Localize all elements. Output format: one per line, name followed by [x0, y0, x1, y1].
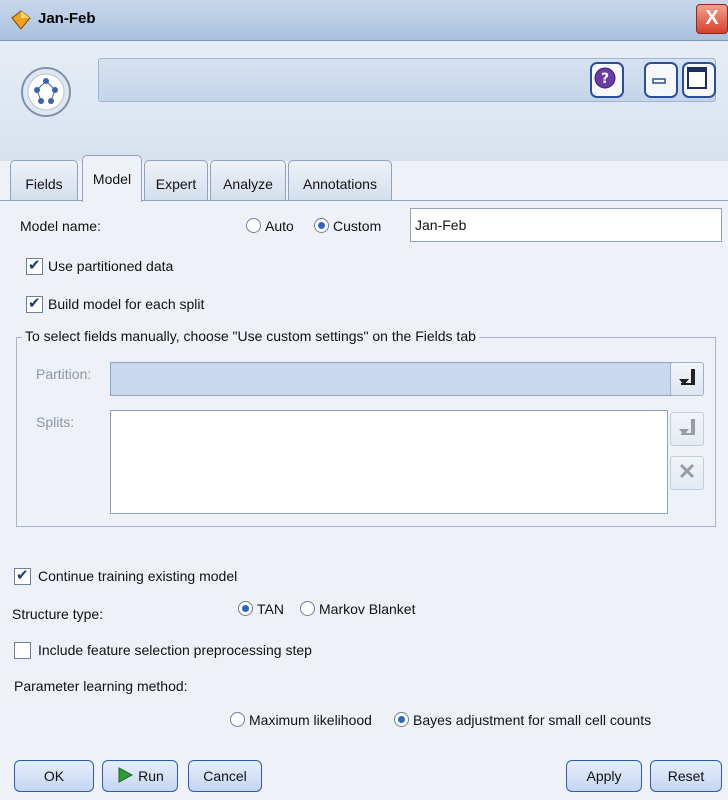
model-name-value: Jan-Feb	[415, 217, 467, 233]
model-name-custom-option[interactable]: Custom	[314, 218, 381, 234]
partition-picker-button[interactable]	[670, 362, 704, 396]
close-button[interactable]: X	[696, 4, 728, 34]
tan-radio-label: TAN	[257, 601, 284, 617]
splits-picker-button[interactable]	[670, 412, 704, 446]
continue-training-checkbox[interactable]	[14, 566, 31, 585]
bayes-adjustment-radio[interactable]	[394, 712, 409, 727]
field-selection-legend: To select fields manually, choose "Use c…	[22, 328, 479, 344]
use-partitioned-label: Use partitioned data	[48, 258, 174, 274]
model-name-label: Model name:	[20, 218, 101, 234]
tab-annotations[interactable]: Annotations	[288, 160, 392, 201]
ok-button[interactable]: OK	[14, 760, 94, 792]
field-picker-icon	[679, 419, 695, 435]
reset-button[interactable]: Reset	[650, 760, 722, 792]
play-icon	[118, 767, 134, 783]
minimize-icon	[652, 78, 666, 84]
tab-fields[interactable]: Fields	[10, 160, 78, 201]
model-name-input[interactable]: Jan-Feb	[410, 208, 722, 242]
structure-markov-option[interactable]: Markov Blanket	[300, 601, 415, 617]
apply-button[interactable]: Apply	[566, 760, 642, 792]
help-button[interactable]: ?	[590, 62, 624, 98]
diamond-app-icon	[11, 10, 31, 30]
partition-field[interactable]	[110, 362, 672, 396]
param-learning-label: Parameter learning method:	[14, 678, 188, 694]
help-icon: ?	[594, 67, 616, 89]
window-title: Jan-Feb	[38, 10, 96, 27]
field-picker-icon	[679, 369, 695, 385]
tab-expert[interactable]: Expert	[144, 160, 208, 201]
run-button[interactable]: Run	[102, 760, 178, 792]
splits-list[interactable]	[110, 410, 668, 514]
minimize-button[interactable]	[644, 62, 678, 98]
run-button-label: Run	[138, 768, 164, 784]
bayes-adjustment-label: Bayes adjustment for small cell counts	[413, 712, 652, 728]
bayesian-network-node-icon	[21, 67, 71, 117]
continue-training-label: Continue training existing model	[38, 568, 238, 584]
tab-model[interactable]: Model	[82, 155, 142, 202]
splits-label: Splits:	[36, 414, 75, 430]
max-likelihood-label: Maximum likelihood	[249, 712, 372, 728]
markov-radio[interactable]	[300, 601, 315, 616]
auto-radio-label: Auto	[265, 218, 294, 234]
tab-analyze[interactable]: Analyze	[210, 160, 286, 201]
cancel-button[interactable]: Cancel	[188, 760, 262, 792]
structure-tan-option[interactable]: TAN	[238, 601, 284, 617]
custom-radio[interactable]	[314, 218, 329, 233]
param-ml-option[interactable]: Maximum likelihood	[230, 712, 372, 728]
maximize-icon	[687, 67, 707, 89]
custom-radio-label: Custom	[333, 218, 382, 234]
feature-selection-label: Include feature selection preprocessing …	[38, 642, 312, 658]
param-bayes-option[interactable]: Bayes adjustment for small cell counts	[394, 712, 651, 728]
use-partitioned-checkbox[interactable]	[26, 256, 43, 275]
delete-x-icon	[679, 463, 695, 479]
maximize-button[interactable]	[682, 62, 716, 98]
auto-radio[interactable]	[246, 218, 261, 233]
build-split-checkbox[interactable]	[26, 294, 43, 313]
tan-radio[interactable]	[238, 601, 253, 616]
title-bar[interactable]	[0, 0, 728, 41]
partition-label: Partition:	[36, 366, 92, 382]
model-name-auto-option[interactable]: Auto	[246, 218, 294, 234]
feature-selection-checkbox[interactable]	[14, 642, 31, 659]
markov-radio-label: Markov Blanket	[319, 601, 416, 617]
structure-type-label: Structure type:	[12, 606, 104, 622]
splits-remove-button[interactable]	[670, 456, 704, 490]
build-split-label: Build model for each split	[48, 296, 205, 312]
svg-text:?: ?	[601, 71, 609, 87]
max-likelihood-radio[interactable]	[230, 712, 245, 727]
